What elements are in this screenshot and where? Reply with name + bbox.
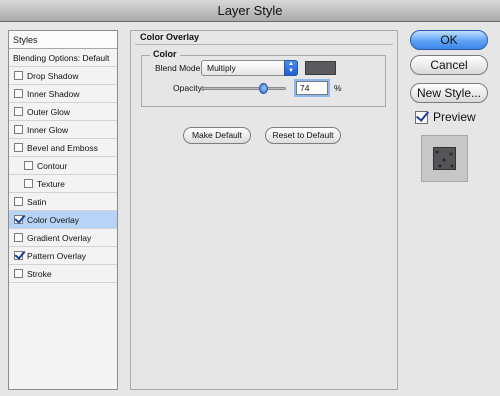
style-item-label: Contour <box>37 161 68 171</box>
style-item-label: Outer Glow <box>27 107 70 117</box>
style-item-label: Texture <box>37 179 65 189</box>
style-checkbox[interactable] <box>14 197 23 206</box>
style-checkbox[interactable] <box>14 143 23 152</box>
style-item[interactable]: Inner Glow <box>9 121 117 139</box>
preview-checkbox[interactable] <box>415 111 428 124</box>
style-checkbox[interactable] <box>14 251 23 260</box>
style-item[interactable]: Blending Options: Default <box>9 49 117 67</box>
style-item[interactable]: Bevel and Emboss <box>9 139 117 157</box>
reset-to-default-button[interactable]: Reset to Default <box>265 127 341 144</box>
style-checkbox[interactable] <box>14 107 23 116</box>
style-item-label: Inner Shadow <box>27 89 80 99</box>
style-item-label: Pattern Overlay <box>27 251 87 261</box>
new-style-button[interactable]: New Style... <box>410 83 488 103</box>
style-preview-thumbnail <box>433 147 456 170</box>
blend-mode-value: Multiply <box>207 63 236 73</box>
color-group: Color Blend Mode: Multiply ▲ ▼ Opacity: 7… <box>141 49 386 107</box>
opacity-input[interactable]: 74 <box>294 79 330 97</box>
style-item[interactable]: Drop Shadow <box>9 67 117 85</box>
blend-mode-select[interactable]: Multiply ▲ ▼ <box>201 60 298 76</box>
style-item-label: Color Overlay <box>27 215 79 225</box>
style-item[interactable]: Color Overlay <box>9 211 117 229</box>
style-item-label: Drop Shadow <box>27 71 79 81</box>
style-checkbox[interactable] <box>14 89 23 98</box>
cancel-button[interactable]: Cancel <box>410 55 488 75</box>
window-title: Layer Style <box>0 0 500 22</box>
style-preview-frame <box>421 135 468 182</box>
select-arrows-icon: ▲ ▼ <box>284 60 298 76</box>
panel-title: Color Overlay <box>140 32 200 42</box>
make-default-button[interactable]: Make Default <box>183 127 251 144</box>
style-checkbox[interactable] <box>14 71 23 80</box>
styles-header[interactable]: Styles <box>9 31 117 49</box>
preview-label: Preview <box>433 110 476 124</box>
style-item-label: Blending Options: Default <box>13 53 110 63</box>
style-item-label: Stroke <box>27 269 52 279</box>
opacity-slider-thumb[interactable] <box>259 83 269 94</box>
style-item-label: Bevel and Emboss <box>27 143 98 153</box>
style-checkbox[interactable] <box>14 215 23 224</box>
styles-list: Styles Blending Options: Default Drop Sha… <box>8 30 118 390</box>
styles-items: Blending Options: Default Drop Shadow Inne… <box>9 49 117 283</box>
style-item[interactable]: Stroke <box>9 265 117 283</box>
style-item-label: Gradient Overlay <box>27 233 92 243</box>
dialog-content: Styles Blending Options: Default Drop Sha… <box>0 22 500 396</box>
blend-mode-label: Blend Mode: <box>155 63 203 73</box>
color-overlay-panel: Color Overlay Color Blend Mode: Multiply… <box>130 30 398 390</box>
overlay-color-swatch[interactable] <box>305 61 336 75</box>
percent-sign: % <box>334 83 342 93</box>
style-checkbox[interactable] <box>24 161 33 170</box>
opacity-slider[interactable] <box>201 83 286 94</box>
style-item[interactable]: Outer Glow <box>9 103 117 121</box>
style-item[interactable]: Inner Shadow <box>9 85 117 103</box>
style-checkbox[interactable] <box>14 269 23 278</box>
style-item[interactable]: Contour <box>9 157 117 175</box>
panel-divider <box>135 44 393 45</box>
style-item[interactable]: Pattern Overlay <box>9 247 117 265</box>
style-item-label: Satin <box>27 197 47 207</box>
group-title: Color <box>150 49 180 59</box>
style-checkbox[interactable] <box>14 125 23 134</box>
ok-button[interactable]: OK <box>410 30 488 50</box>
style-item[interactable]: Texture <box>9 175 117 193</box>
opacity-label: Opacity: <box>173 83 205 93</box>
style-checkbox[interactable] <box>14 233 23 242</box>
style-item[interactable]: Gradient Overlay <box>9 229 117 247</box>
style-item-label: Inner Glow <box>27 125 69 135</box>
style-item[interactable]: Satin <box>9 193 117 211</box>
style-checkbox[interactable] <box>24 179 33 188</box>
